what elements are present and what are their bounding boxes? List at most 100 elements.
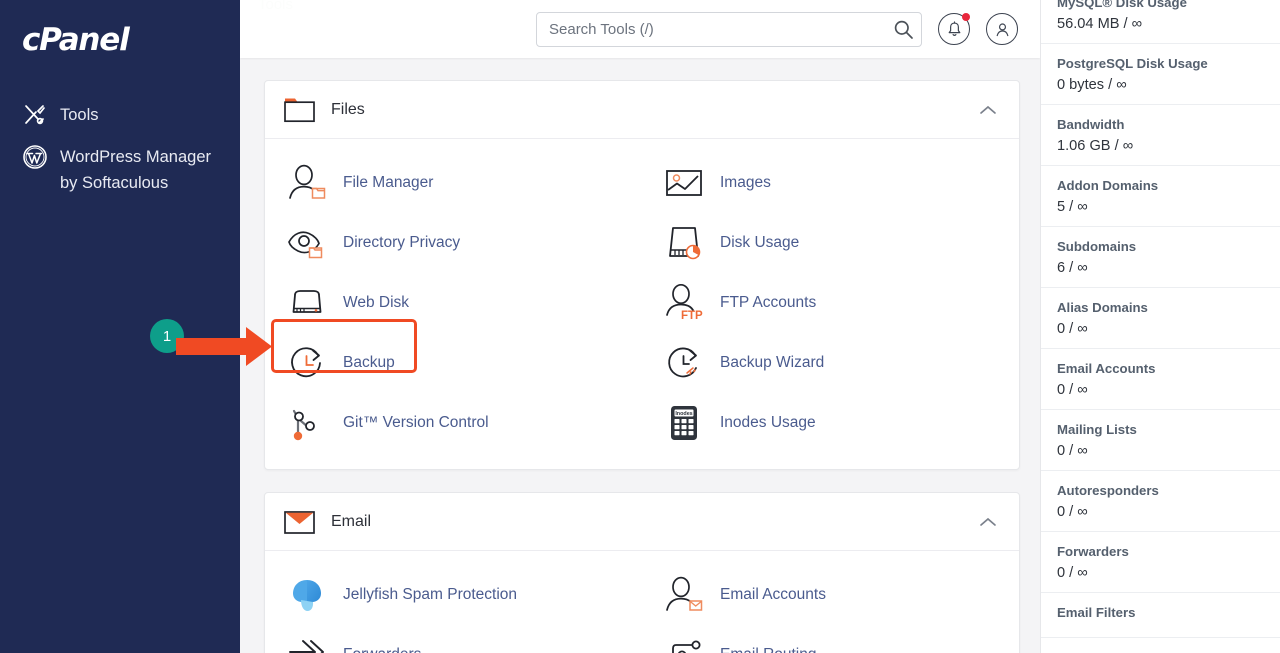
chevron-up-icon[interactable] bbox=[979, 516, 997, 528]
stat-row: Autoresponders 0 / ∞ bbox=[1041, 471, 1280, 532]
tool-forwarders[interactable]: Forwarders bbox=[265, 625, 642, 653]
email-accounts-icon bbox=[664, 574, 704, 616]
stat-label: PostgreSQL Disk Usage bbox=[1057, 56, 1264, 71]
stat-label: Addon Domains bbox=[1057, 178, 1264, 193]
section-files: Files File Manager bbox=[264, 80, 1020, 470]
search-button[interactable] bbox=[893, 19, 914, 40]
backup-wizard-icon bbox=[664, 342, 704, 384]
cpanel-logo[interactable]: cPanel bbox=[0, 0, 240, 72]
tool-email-routing[interactable]: Email Routing bbox=[642, 625, 1019, 653]
stat-label: Mailing Lists bbox=[1057, 422, 1264, 437]
forwarders-icon bbox=[287, 634, 327, 653]
search-input[interactable] bbox=[536, 12, 922, 47]
email-routing-icon bbox=[664, 634, 704, 653]
stat-value: 56.04 MB / ∞ bbox=[1057, 16, 1264, 32]
images-icon bbox=[664, 162, 704, 204]
git-icon bbox=[287, 402, 327, 444]
chevron-up-icon[interactable] bbox=[979, 104, 997, 116]
tools-scroll-area[interactable]: Files File Manager bbox=[240, 58, 1040, 653]
backup-icon bbox=[287, 342, 327, 384]
stat-row: PostgreSQL Disk Usage 0 bytes / ∞ bbox=[1041, 44, 1280, 105]
stat-label: Forwarders bbox=[1057, 544, 1264, 559]
tool-forwarders-label: Forwarders bbox=[343, 646, 421, 653]
stat-row: Alias Domains 0 / ∞ bbox=[1041, 288, 1280, 349]
stat-value: 0 / ∞ bbox=[1057, 443, 1264, 459]
search-icon bbox=[893, 19, 914, 40]
tool-file-manager-label: File Manager bbox=[343, 174, 433, 192]
stat-row: Email Accounts 0 / ∞ bbox=[1041, 349, 1280, 410]
stat-label: Bandwidth bbox=[1057, 117, 1264, 132]
tool-email-routing-label: Email Routing bbox=[720, 646, 817, 653]
bell-icon bbox=[946, 21, 963, 38]
stat-label: Email Filters bbox=[1057, 605, 1264, 620]
svg-text:Inodes: Inodes bbox=[675, 411, 692, 417]
tool-disk-usage[interactable]: Disk Usage bbox=[642, 213, 1019, 273]
tool-git-version-control[interactable]: Git™ Version Control bbox=[265, 393, 642, 453]
section-email-title: Email bbox=[331, 513, 979, 531]
file-manager-icon bbox=[287, 162, 327, 204]
envelope-icon bbox=[283, 507, 317, 537]
stat-row: Addon Domains 5 / ∞ bbox=[1041, 166, 1280, 227]
account-button[interactable] bbox=[986, 13, 1018, 45]
section-email: Email bbox=[264, 492, 1020, 653]
tool-images-label: Images bbox=[720, 174, 771, 192]
stat-row: Bandwidth 1.06 GB / ∞ bbox=[1041, 105, 1280, 166]
inodes-usage-icon: Inodes bbox=[664, 402, 704, 444]
stat-label: Email Accounts bbox=[1057, 361, 1264, 376]
section-files-tools: File Manager Images bbox=[265, 139, 1019, 469]
section-files-header[interactable]: Files bbox=[265, 81, 1019, 139]
notifications-button[interactable] bbox=[938, 13, 970, 45]
tool-ftp-accounts-label: FTP Accounts bbox=[720, 294, 816, 312]
cpanel-logo-text: cPanel bbox=[22, 22, 129, 58]
tools-icon bbox=[22, 102, 48, 128]
directory-privacy-icon bbox=[287, 222, 327, 264]
stat-row: Forwarders 0 / ∞ bbox=[1041, 532, 1280, 593]
ftp-accounts-icon: FTP bbox=[664, 282, 704, 324]
folder-icon bbox=[283, 95, 317, 125]
wordpress-icon bbox=[22, 144, 48, 170]
stat-value: 0 bytes / ∞ bbox=[1057, 77, 1264, 93]
tool-inodes-usage[interactable]: Inodes bbox=[642, 393, 1019, 453]
stat-row: Email Filters bbox=[1041, 593, 1280, 638]
stat-label: MySQL® Disk Usage bbox=[1057, 0, 1264, 10]
sidebar-item-tools[interactable]: Tools bbox=[0, 94, 240, 136]
stat-value: 0 / ∞ bbox=[1057, 382, 1264, 398]
stat-label: Alias Domains bbox=[1057, 300, 1264, 315]
svg-text:FTP: FTP bbox=[681, 310, 703, 322]
tool-email-accounts[interactable]: Email Accounts bbox=[642, 565, 1019, 625]
stats-list: MySQL® Disk Usage 56.04 MB / ∞ PostgreSQ… bbox=[1041, 0, 1280, 638]
stats-sidebar[interactable]: MySQL® Disk Usage 56.04 MB / ∞ PostgreSQ… bbox=[1040, 0, 1280, 653]
stat-value: 0 / ∞ bbox=[1057, 504, 1264, 520]
tool-backup-wizard[interactable]: Backup Wizard bbox=[642, 333, 1019, 393]
tool-images[interactable]: Images bbox=[642, 153, 1019, 213]
sidebar-item-wordpress-manager-label: WordPress Manager by Softaculous bbox=[60, 144, 220, 196]
tool-web-disk-label: Web Disk bbox=[343, 294, 409, 312]
scrolled-page-title: Tools bbox=[258, 0, 293, 13]
left-sidebar: cPanel Tools bbox=[0, 0, 240, 653]
tool-ftp-accounts[interactable]: FTP FTP Accounts bbox=[642, 273, 1019, 333]
tool-inodes-usage-label: Inodes Usage bbox=[720, 414, 816, 432]
tool-backup-wizard-label: Backup Wizard bbox=[720, 354, 824, 372]
section-email-header[interactable]: Email bbox=[265, 493, 1019, 551]
user-icon bbox=[994, 21, 1011, 38]
tool-backup-label: Backup bbox=[343, 354, 395, 372]
stat-value: 0 / ∞ bbox=[1057, 321, 1264, 337]
section-email-tools: Jellyfish Spam Protection Email Accounts bbox=[265, 551, 1019, 653]
main-column: Tools bbox=[240, 0, 1040, 653]
stat-row: Mailing Lists 0 / ∞ bbox=[1041, 410, 1280, 471]
stat-value: 6 / ∞ bbox=[1057, 260, 1264, 276]
tool-disk-usage-label: Disk Usage bbox=[720, 234, 799, 252]
web-disk-icon bbox=[287, 282, 327, 324]
sidebar-item-wordpress-manager[interactable]: WordPress Manager by Softaculous bbox=[0, 136, 240, 204]
disk-usage-icon bbox=[664, 222, 704, 264]
tool-web-disk[interactable]: Web Disk bbox=[265, 273, 642, 333]
tool-directory-privacy[interactable]: Directory Privacy bbox=[265, 213, 642, 273]
sidebar-nav: Tools WordPress Manager by Softaculous bbox=[0, 72, 240, 204]
tool-jellyfish-spam-protection[interactable]: Jellyfish Spam Protection bbox=[265, 565, 642, 625]
tool-file-manager[interactable]: File Manager bbox=[265, 153, 642, 213]
tool-jellyfish-spam-protection-label: Jellyfish Spam Protection bbox=[343, 586, 517, 604]
stat-row: Subdomains 6 / ∞ bbox=[1041, 227, 1280, 288]
tool-backup[interactable]: Backup bbox=[265, 333, 642, 393]
top-header: Tools bbox=[240, 0, 1040, 58]
tool-directory-privacy-label: Directory Privacy bbox=[343, 234, 460, 252]
